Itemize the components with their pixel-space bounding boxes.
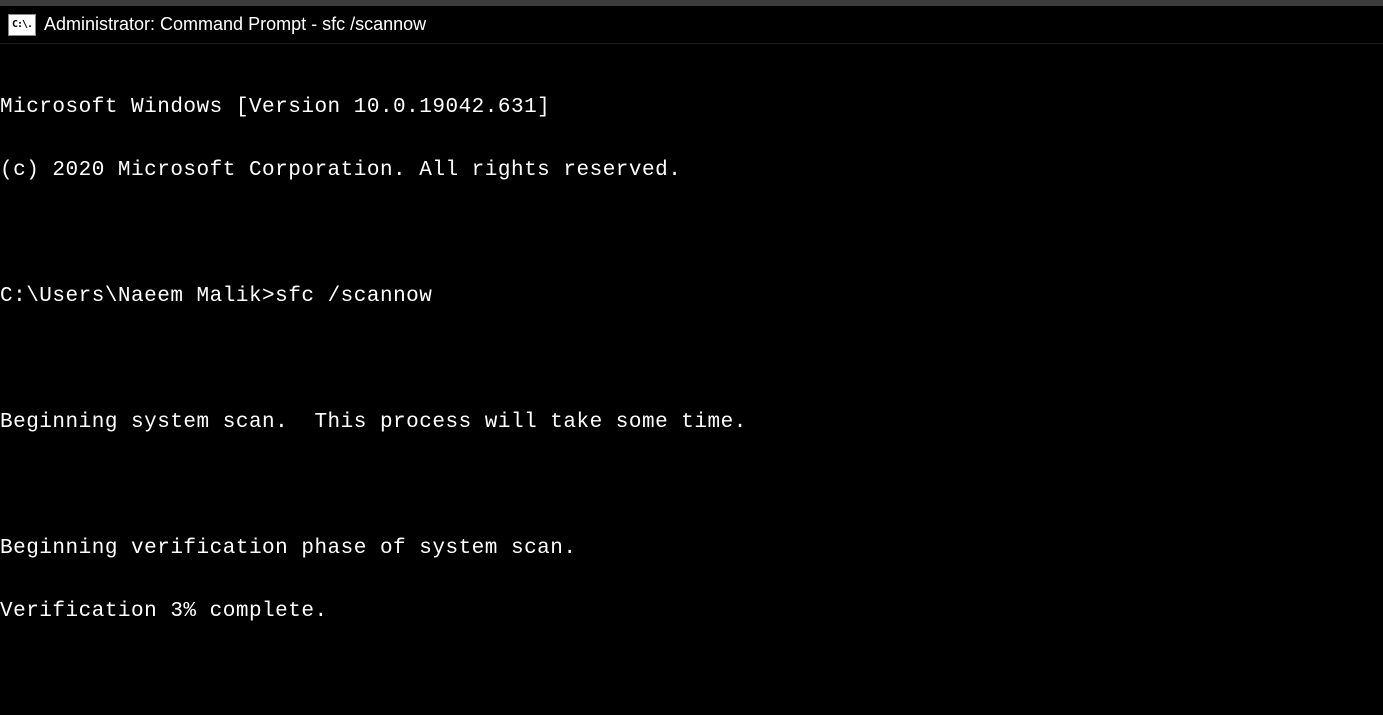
blank-line — [0, 344, 1383, 376]
cmd-prompt-icon: C:\. — [8, 14, 36, 36]
output-line: Beginning system scan. This process will… — [0, 407, 1383, 439]
banner-line: Microsoft Windows [Version 10.0.19042.63… — [0, 92, 1383, 124]
blank-line — [0, 218, 1383, 250]
progress-line: Verification 3% complete. — [0, 596, 1383, 628]
window-title: Administrator: Command Prompt - sfc /sca… — [44, 14, 426, 35]
output-line: Beginning verification phase of system s… — [0, 533, 1383, 565]
terminal-output-area[interactable]: Microsoft Windows [Version 10.0.19042.63… — [0, 44, 1383, 659]
window-titlebar[interactable]: C:\. Administrator: Command Prompt - sfc… — [0, 0, 1383, 44]
prompt-path: C:\Users\Naeem Malik> — [0, 281, 275, 313]
blank-line — [0, 470, 1383, 502]
cmd-icon-label: C:\. — [12, 19, 32, 30]
entered-command: sfc /scannow — [275, 281, 432, 313]
prompt-line: C:\Users\Naeem Malik>sfc /scannow — [0, 281, 1383, 313]
copyright-line: (c) 2020 Microsoft Corporation. All righ… — [0, 155, 1383, 187]
